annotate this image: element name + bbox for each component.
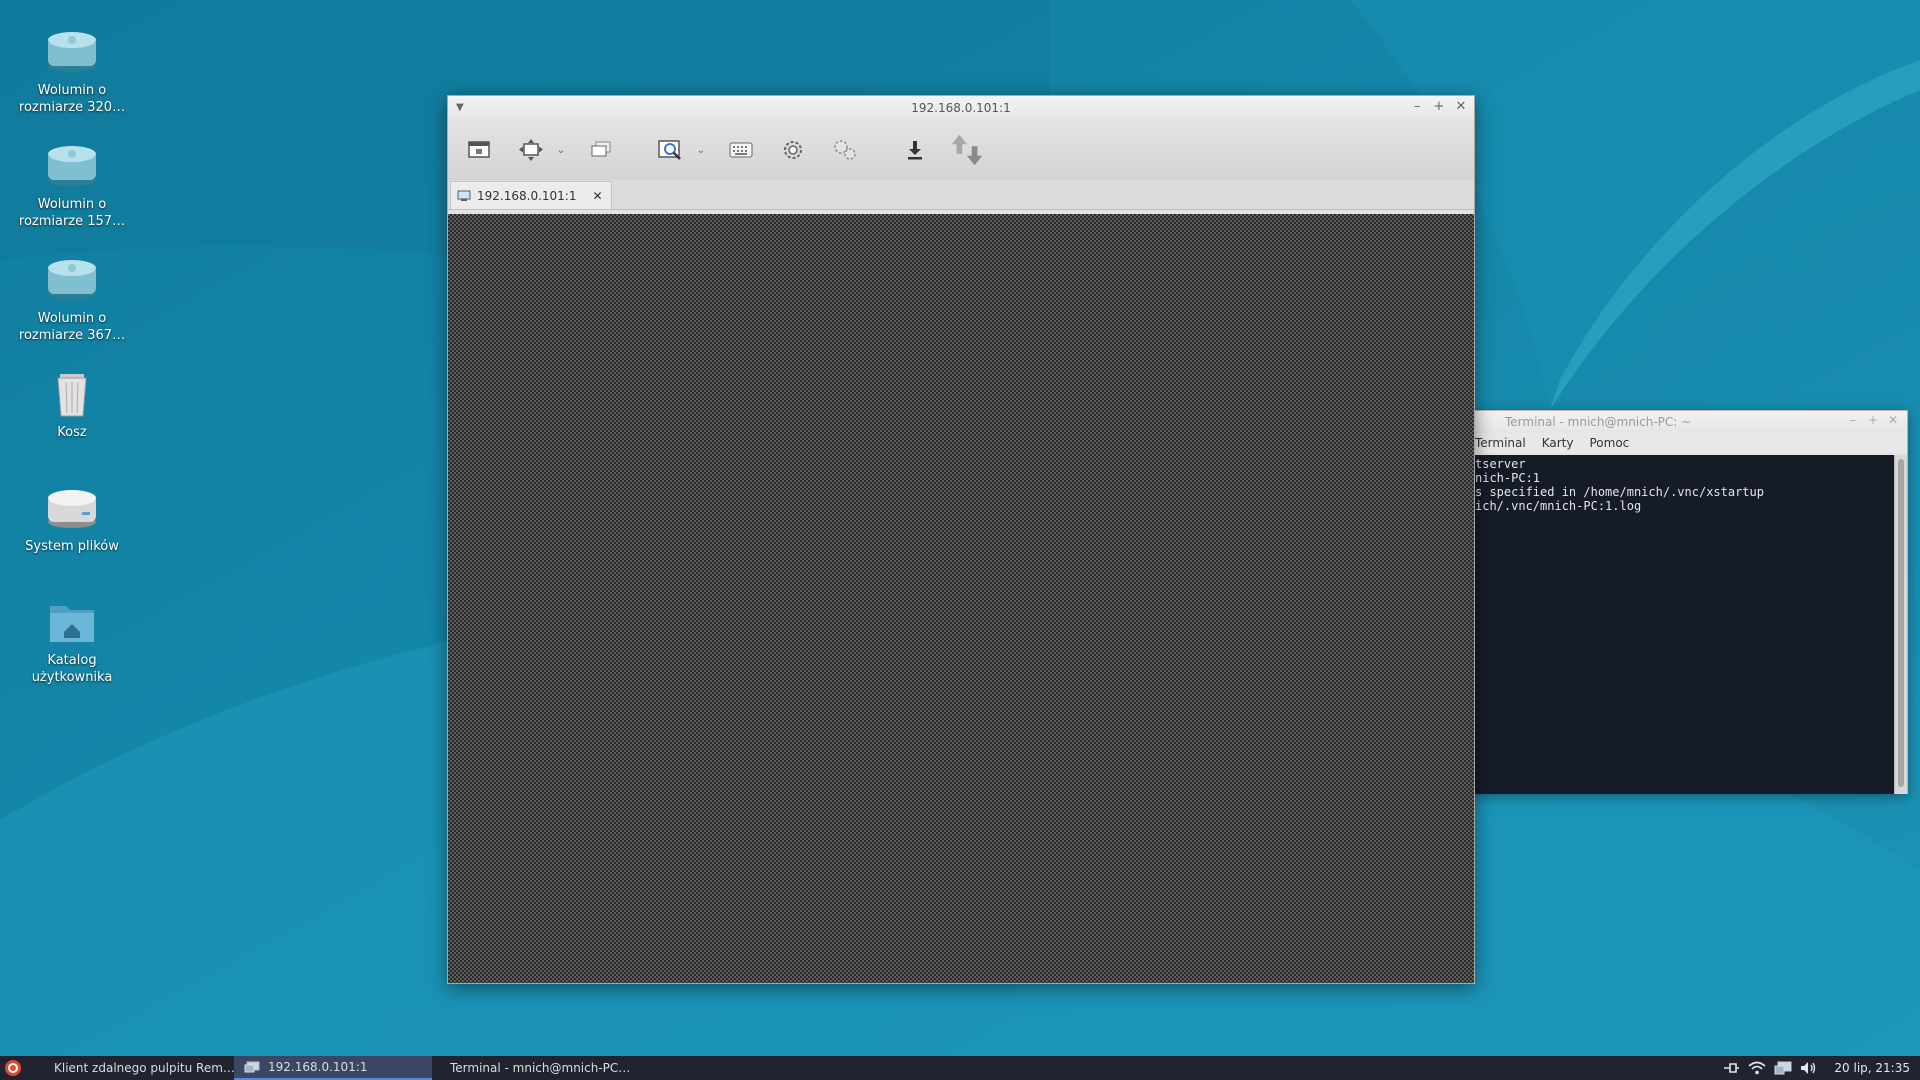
desktop-icon-volume-320[interactable]: Wolumin o rozmiarze 320… [7,28,137,116]
remote-desktop-view[interactable] [448,214,1474,983]
keyboard-icon[interactable] [722,131,760,169]
tab-connection[interactable]: 192.168.0.101:1 ✕ [450,181,612,209]
remmina-tray-icon[interactable] [1774,1059,1792,1077]
window-title: 192.168.0.101:1 [911,101,1011,115]
terminal-window[interactable]: Terminal - mnich@mnich-PC: ~ – + ✕ Termi… [1458,410,1908,794]
task-remmina-main[interactable]: Klient zdalnego pulpitu Rem… [36,1056,234,1080]
preferences-icon[interactable] [774,131,812,169]
filesystem-icon [46,484,98,532]
start-menu-button[interactable] [0,1056,26,1080]
remmina-titlebar[interactable]: ▼ 192.168.0.101:1 – + ✕ [448,96,1474,120]
volume-icon[interactable] [1800,1059,1818,1077]
transfer-icon[interactable] [948,131,986,169]
home-folder-icon [46,598,98,646]
desktop-icon-label: Wolumin o rozmiarze 157… [18,197,126,229]
tools-icon[interactable] [826,131,864,169]
wifi-icon[interactable] [1748,1059,1766,1077]
terminal-line: tserver [1475,457,1526,471]
maximize-button[interactable]: + [1430,99,1448,114]
desktop-icon-label: System plików [25,539,119,554]
task-terminal[interactable]: Terminal - mnich@mnich-PC… [432,1056,630,1080]
clock[interactable]: 20 lip, 21:35 [1834,1061,1910,1075]
scrollbar-thumb[interactable] [1898,459,1904,787]
task-label: Klient zdalnego pulpitu Rem… [54,1061,234,1075]
desktop-icon-label: Kosz [57,425,87,440]
remmina-tabbar: 192.168.0.101:1 ✕ [448,180,1474,210]
menu-tabs[interactable]: Karty [1542,436,1574,450]
desktop-icon-volume-157[interactable]: Wolumin o rozmiarze 157… [7,142,137,230]
terminal-menubar: Terminal Karty Pomoc [1459,433,1907,453]
menu-help[interactable]: Pomoc [1589,436,1629,450]
desktop-icon-label: Wolumin o rozmiarze 320… [18,83,126,115]
terminal-titlebar[interactable]: Terminal - mnich@mnich-PC: ~ – + ✕ [1459,411,1907,433]
multi-monitor-icon[interactable] [582,131,620,169]
drive-icon [46,28,98,76]
desktop-icon-home[interactable]: Katalog użytkownika [7,598,137,686]
desktop-icon-trash[interactable]: Kosz [7,370,137,441]
app-menu-icon [5,1060,21,1076]
close-button[interactable]: ✕ [1452,99,1470,114]
remmina-toolbar: ⌄ ⌄ [448,120,1474,180]
drive-icon [46,142,98,190]
terminal-line: ich/.vnc/mnich-PC:1.log [1475,499,1642,513]
desktop-icon-filesystem[interactable]: System plików [7,484,137,555]
desktop-icon-label: Wolumin o rozmiarze 367… [18,311,126,343]
trash-icon [46,370,98,418]
download-icon[interactable] [896,131,934,169]
network-wired-icon[interactable] [1722,1059,1740,1077]
terminal-output[interactable]: tserver nich-PC:1 s specified in /home/mni… [1459,455,1894,794]
system-tray: 20 lip, 21:35 [1722,1059,1920,1077]
terminal-line: nich-PC:1 [1475,471,1541,485]
desktop-icon-volume-367[interactable]: Wolumin o rozmiarze 367… [7,256,137,344]
window-menu-icon[interactable]: ▼ [456,102,464,113]
task-remote-session[interactable]: 192.168.0.101:1 [234,1056,432,1080]
tab-close-icon[interactable]: ✕ [592,189,602,203]
task-label: Terminal - mnich@mnich-PC… [450,1061,630,1075]
minimize-button[interactable]: – [1845,413,1861,427]
terminal-title: Terminal - mnich@mnich-PC: ~ [1505,415,1692,429]
minimize-button[interactable]: – [1408,99,1426,114]
terminal-line: s specified in /home/mnich/.vnc/xstartup [1475,485,1764,499]
menu-terminal[interactable]: Terminal [1475,436,1526,450]
close-button[interactable]: ✕ [1885,413,1901,427]
tab-label: 192.168.0.101:1 [477,188,577,203]
desktop-icon-label: Katalog użytkownika [31,653,113,685]
window-toggle-icon[interactable] [460,131,498,169]
terminal-scrollbar[interactable] [1894,455,1907,794]
remote-desktop-icon [457,190,471,201]
zoom-dropdown-icon[interactable]: ⌄ [694,145,708,156]
zoom-icon[interactable] [652,131,690,169]
remmina-window[interactable]: ▼ 192.168.0.101:1 – + ✕ ⌄ ⌄ 192.168.0.10… [447,95,1475,984]
task-label: 192.168.0.101:1 [268,1060,368,1074]
maximize-button[interactable]: + [1865,413,1881,427]
scale-icon[interactable] [512,131,550,169]
drive-icon [46,256,98,304]
scale-dropdown-icon[interactable]: ⌄ [554,145,568,156]
taskbar: Klient zdalnego pulpitu Rem… 192.168.0.1… [0,1056,1920,1080]
remmina-icon [244,1061,260,1073]
